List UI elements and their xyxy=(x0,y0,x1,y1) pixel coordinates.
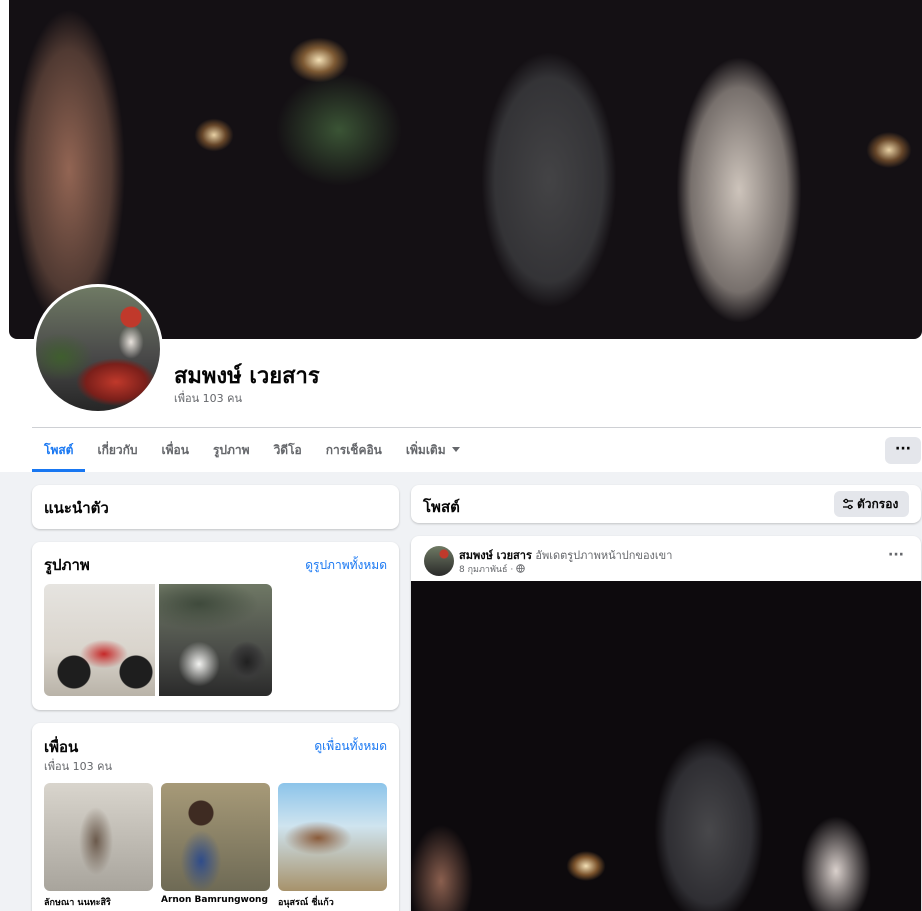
tab-friends[interactable]: เพื่อน xyxy=(150,428,201,472)
post-date-text: 8 กุมภาพันธ์ · xyxy=(459,565,514,575)
photos-title[interactable]: รูปภาพ xyxy=(44,553,90,577)
cover-photo[interactable] xyxy=(9,0,922,339)
sliders-icon xyxy=(843,498,853,510)
profile-header: สมพงษ์ เวยสาร เพื่อน 103 คน โพสต์ เกี่ยว… xyxy=(0,0,922,472)
profile-name: สมพงษ์ เวยสาร xyxy=(174,364,320,389)
friend-photo[interactable] xyxy=(161,783,270,891)
friends-card: เพื่อน ดูเพื่อนทั้งหมด เพื่อน 103 คน ลัก… xyxy=(32,723,399,911)
friends-title[interactable]: เพื่อน xyxy=(44,735,78,759)
filter-button[interactable]: ตัวกรอง xyxy=(834,491,909,517)
post-options-button[interactable]: ··· xyxy=(883,548,909,568)
post-author-avatar[interactable] xyxy=(424,546,454,576)
posts-title: โพสต์ xyxy=(423,498,460,516)
post-card: สมพงษ์ เวยสาร อัพเดตรูปภาพหน้าปกของเขา 8… xyxy=(411,536,921,911)
tab-videos[interactable]: วิดีโอ xyxy=(262,428,314,472)
post-action-text: อัพเดตรูปภาพหน้าปกของเขา xyxy=(535,549,673,562)
tab-more[interactable]: เพิ่มเติม xyxy=(394,428,472,472)
friend-photo[interactable] xyxy=(278,783,387,891)
globe-icon xyxy=(516,564,525,573)
friend-name[interactable]: ลักษณา นนทะสิริ xyxy=(44,895,111,909)
friend-name[interactable]: อนุสรณ์ ชี่แก้ว xyxy=(278,895,334,909)
profile-tabs: โพสต์ เกี่ยวกับ เพื่อน รูปภาพ วิดีโอ การ… xyxy=(32,428,472,472)
tab-checkins[interactable]: การเช็คอิน xyxy=(314,428,394,472)
intro-card: แนะนำตัว xyxy=(32,485,399,529)
profile-more-button[interactable]: ··· xyxy=(885,437,921,464)
post-image[interactable] xyxy=(411,581,921,911)
friend-photo[interactable] xyxy=(44,783,153,891)
tab-about[interactable]: เกี่ยวกับ xyxy=(85,428,149,472)
friends-count: เพื่อน 103 คน xyxy=(44,760,113,773)
tab-photos[interactable]: รูปภาพ xyxy=(201,428,262,472)
see-all-friends-link[interactable]: ดูเพื่อนทั้งหมด xyxy=(314,737,387,756)
posts-header-card: โพสต์ ตัวกรอง xyxy=(411,485,921,523)
filter-label: ตัวกรอง xyxy=(857,497,899,511)
caret-down-icon xyxy=(451,447,460,452)
tab-more-label: เพิ่มเติม xyxy=(405,443,446,457)
post-author-name[interactable]: สมพงษ์ เวยสาร xyxy=(459,549,532,562)
photo-thumbnail[interactable] xyxy=(159,584,272,696)
photos-card: รูปภาพ ดูรูปภาพทั้งหมด xyxy=(32,542,399,710)
post-date[interactable]: 8 กุมภาพันธ์ · xyxy=(459,562,525,576)
profile-friends-count[interactable]: เพื่อน 103 คน xyxy=(174,389,242,407)
photo-thumbnail[interactable] xyxy=(44,584,155,696)
profile-avatar[interactable] xyxy=(33,284,163,414)
friend-name[interactable]: Arnon Bamrungwong xyxy=(161,895,268,905)
see-all-photos-link[interactable]: ดูรูปภาพทั้งหมด xyxy=(305,556,387,575)
tab-posts[interactable]: โพสต์ xyxy=(32,428,86,472)
intro-title: แนะนำตัว xyxy=(44,499,109,517)
